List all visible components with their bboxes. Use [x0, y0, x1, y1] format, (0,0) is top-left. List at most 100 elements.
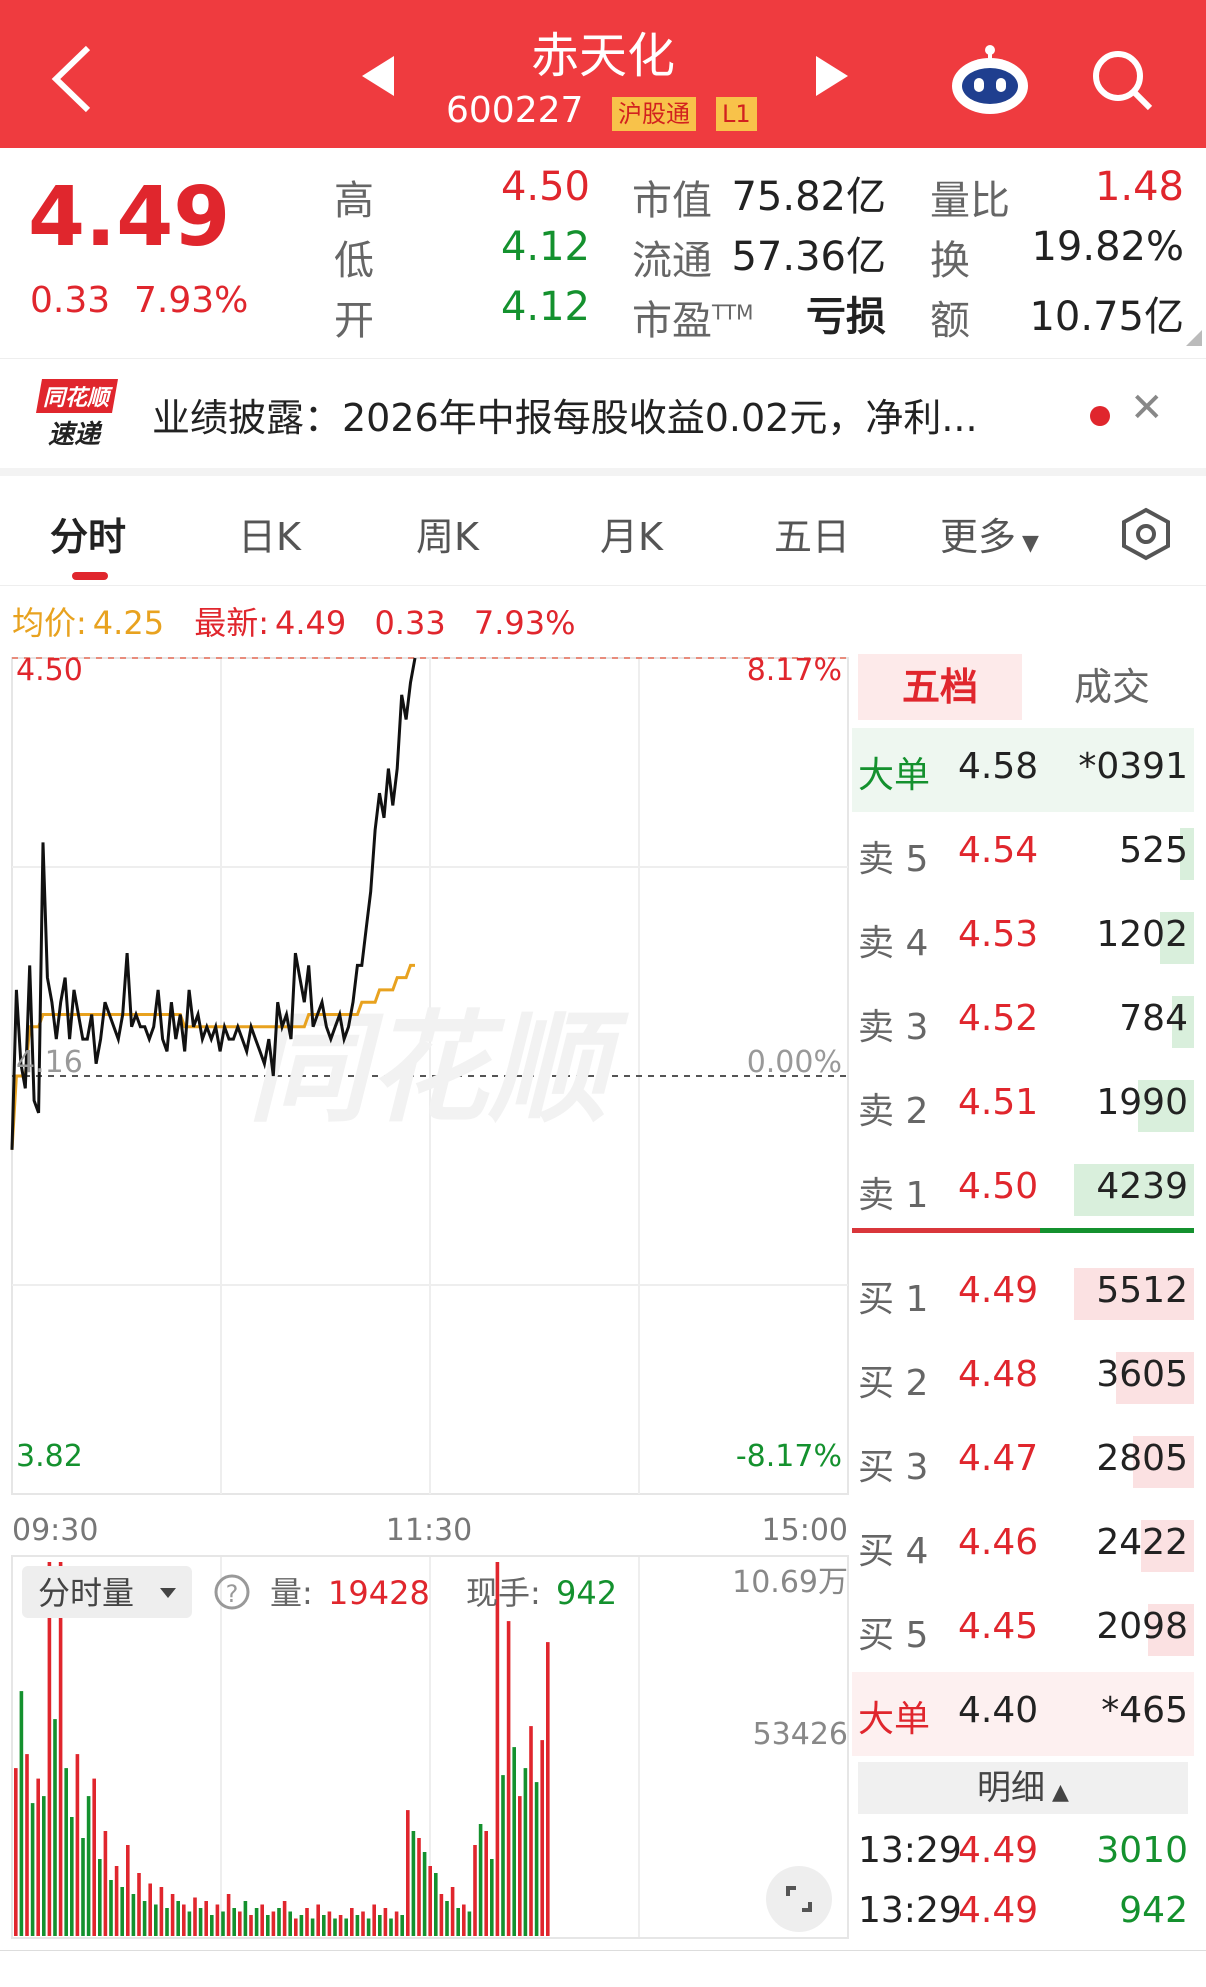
- volume-bar: [75, 1754, 80, 1936]
- active-tab-indicator: [72, 572, 108, 580]
- volume-bar: [36, 1778, 40, 1936]
- unread-dot: [1090, 406, 1110, 426]
- level-label: 买 1: [858, 1279, 929, 1320]
- bid-level[interactable]: 买 1 4.49 5512: [852, 1252, 1194, 1336]
- expand-corner-icon[interactable]: [1186, 330, 1202, 346]
- volume-bar: [154, 1904, 158, 1936]
- tab-weekly-k[interactable]: 周K: [416, 506, 479, 561]
- detail-label: 明细: [977, 1768, 1046, 1808]
- settings-hexagon-icon[interactable]: [1118, 506, 1174, 562]
- level-label: 卖 5: [858, 839, 929, 880]
- tab-daily-k[interactable]: 日K: [238, 506, 301, 561]
- level-price: 4.53: [958, 914, 1039, 955]
- bid-level[interactable]: 买 4 4.46 2422: [852, 1504, 1194, 1588]
- volume-bar: [170, 1894, 175, 1936]
- trade-volume: 942: [1119, 1890, 1188, 1931]
- latest-pct: 7.93%: [473, 604, 576, 642]
- price-change-pct: 7.93%: [134, 280, 249, 321]
- bid-level[interactable]: 买 2 4.48 3605: [852, 1336, 1194, 1420]
- volume-bars: [14, 1562, 550, 1936]
- volume-bar: [260, 1904, 264, 1936]
- volume-bar: [523, 1768, 528, 1936]
- volume-bar: [506, 1621, 511, 1936]
- chart-grid: [11, 657, 849, 1939]
- chart-legend: 均价: 4.25 最新: 4.49 0.33 7.93%: [12, 598, 576, 644]
- tab-five-day[interactable]: 五日: [774, 506, 850, 561]
- volume-bar: [103, 1831, 108, 1936]
- volume-bar: [193, 1897, 197, 1936]
- tab-intraday[interactable]: 分时: [50, 506, 126, 561]
- volume-bar: [344, 1918, 348, 1936]
- volume-bar: [406, 1810, 410, 1936]
- volume-bar: [478, 1824, 483, 1936]
- trade-price: 4.49: [958, 1830, 1039, 1871]
- volume-bar: [282, 1901, 287, 1936]
- volume-bar: [254, 1908, 259, 1936]
- ask-level[interactable]: 卖 4 4.53 1202: [852, 896, 1194, 980]
- search-icon[interactable]: [1090, 48, 1154, 112]
- level-price: 4.47: [958, 1438, 1039, 1479]
- level-volume: 2098: [1096, 1606, 1188, 1647]
- now-hand-value: 942: [556, 1574, 617, 1612]
- robot-assistant-icon[interactable]: [950, 42, 1030, 116]
- level-volume: *0391: [1078, 746, 1188, 787]
- volume-label: 量:: [270, 1574, 313, 1612]
- intraday-chart[interactable]: 同花顺 4.50 4.16 3.82 8.17% 0.00% -8.17% 09…: [0, 640, 850, 1940]
- volume-bar: [467, 1911, 472, 1936]
- order-book: 五档 成交 大单 4.58 *0391 卖 5 4.54 525 卖 4 4.53 1202 卖 …: [852, 648, 1194, 1948]
- next-stock-icon[interactable]: [816, 56, 848, 96]
- level-price: 4.51: [958, 1082, 1039, 1123]
- volume-bar: [400, 1915, 404, 1936]
- volume-bar: [484, 1831, 488, 1936]
- level-price: 4.58: [958, 746, 1039, 787]
- volume-bar: [322, 1915, 326, 1936]
- volume-bar: [64, 1768, 68, 1936]
- volume-bar: [361, 1911, 365, 1936]
- level-label: 买 2: [858, 1363, 929, 1404]
- big-sell-order[interactable]: 大单 4.58 *0391: [852, 728, 1194, 812]
- volume-bar: [456, 1908, 460, 1936]
- ask-level[interactable]: 卖 2 4.51 1990: [852, 1064, 1194, 1148]
- tab-five-levels[interactable]: 五档: [858, 654, 1022, 720]
- big-buy-order[interactable]: 大单 4.40 *465: [852, 1672, 1194, 1756]
- level-volume: 3605: [1096, 1354, 1188, 1395]
- bid-level[interactable]: 买 3 4.47 2805: [852, 1420, 1194, 1504]
- fullscreen-button[interactable]: [766, 1866, 832, 1932]
- y-label-low-pct: -8.17%: [736, 1439, 842, 1474]
- tab-trades[interactable]: 成交: [1030, 654, 1194, 720]
- volume-bar: [98, 1859, 102, 1936]
- y-label-mid: 4.16: [16, 1045, 83, 1080]
- volume-bar: [114, 1866, 119, 1936]
- volume-bar: [495, 1562, 500, 1936]
- y-label-low: 3.82: [16, 1439, 83, 1474]
- ask-level[interactable]: 卖 1 4.50 4239: [852, 1148, 1194, 1232]
- volume-bar: [288, 1911, 292, 1936]
- level-volume: *465: [1101, 1690, 1188, 1731]
- volume-bar: [411, 1831, 416, 1936]
- volume-bar: [277, 1908, 281, 1936]
- news-text[interactable]: 业绩披露：2026年中报每股收益0.02元，净利...: [152, 387, 978, 442]
- volume-bar: [182, 1904, 186, 1936]
- stock-code: 600227: [446, 90, 584, 131]
- volume-value: 19428: [328, 1574, 430, 1612]
- volume-bar: [243, 1901, 248, 1936]
- detail-toggle[interactable]: 明细 ▲: [858, 1762, 1188, 1814]
- volume-bar: [266, 1915, 270, 1936]
- ask-level[interactable]: 卖 3 4.52 784: [852, 980, 1194, 1064]
- volume-bar: [305, 1908, 309, 1936]
- level-label: 大单: [858, 1699, 931, 1740]
- close-icon[interactable]: ✕: [1130, 385, 1164, 431]
- volume-bar: [378, 1915, 382, 1936]
- tab-more[interactable]: 更多 ▼: [940, 506, 1039, 561]
- chart-tabs: 分时 日K 周K 月K 五日 更多 ▼: [0, 476, 1206, 586]
- bid-level[interactable]: 买 5 4.45 2098: [852, 1588, 1194, 1672]
- level-price: 4.45: [958, 1606, 1039, 1647]
- news-banner[interactable]: 同花顺 速递 业绩披露：2026年中报每股收益0.02元，净利... ✕: [0, 358, 1206, 468]
- ask-level[interactable]: 卖 5 4.54 525: [852, 812, 1194, 896]
- quote-panel: 4.49 0.33 7.93% 高 4.50 低 4.12 开 4.12 市值 …: [0, 148, 1206, 358]
- volume-bar: [249, 1915, 253, 1936]
- tab-monthly-k[interactable]: 月K: [600, 506, 663, 561]
- pe-value: 亏损: [806, 294, 886, 340]
- open-value: 4.12: [500, 284, 590, 330]
- trade-time: 13:29: [858, 1830, 962, 1871]
